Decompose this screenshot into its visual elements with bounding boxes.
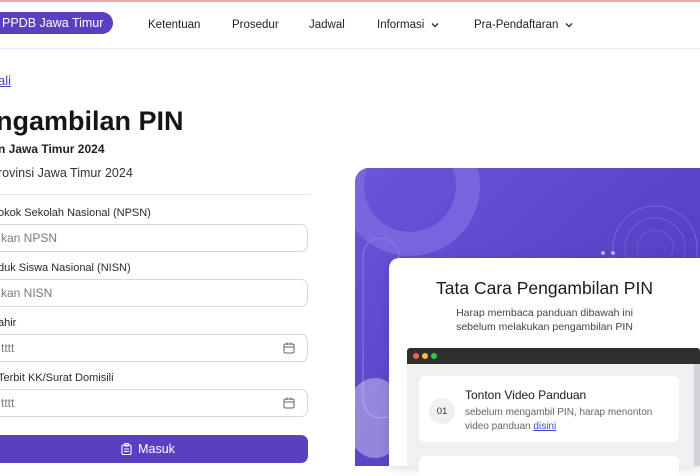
header-accent-line xyxy=(0,0,700,2)
kk-date-field xyxy=(0,389,308,417)
birthdate-label: ahir xyxy=(0,317,17,329)
nav-prosedur-label: Prosedur xyxy=(232,19,279,31)
guide-card: Tata Cara Pengambilan PIN Harap membaca … xyxy=(389,258,700,476)
submit-label: Masuk xyxy=(138,442,175,456)
nisn-input[interactable] xyxy=(0,280,271,306)
guide-title: Tata Cara Pengambilan PIN xyxy=(436,278,653,298)
step-item: 01 Tonton Video Panduan sebelum mengambi… xyxy=(419,376,679,442)
submit-button[interactable]: Masuk xyxy=(0,435,308,463)
window-dot-red xyxy=(413,353,419,359)
step-description: sebelum mengambil PIN, harap menonton vi… xyxy=(465,406,675,434)
back-link[interactable]: ali xyxy=(0,73,11,88)
npsn-field xyxy=(0,224,308,252)
site-logo[interactable]: PPDB Jawa Timur xyxy=(0,12,114,34)
chevron-down-icon xyxy=(565,23,573,28)
video-guide-link[interactable]: disini xyxy=(533,421,556,432)
page-subtitle: n Jawa Timur 2024 xyxy=(0,142,105,156)
guide-description-line2: sebelum melakukan pengambilan PIN xyxy=(456,321,633,333)
page-title: ngambilan PIN xyxy=(0,106,184,136)
steps-list: 01 Tonton Video Panduan sebelum mengambi… xyxy=(407,364,700,476)
guide-description: Harap membaca panduan dibawah ini sebelu… xyxy=(389,306,700,334)
step-title: Tonton Video Panduan xyxy=(465,388,587,402)
nisn-field xyxy=(0,279,308,307)
npsn-input[interactable] xyxy=(0,225,271,251)
nav-jadwal[interactable]: Jadwal xyxy=(309,19,377,31)
calendar-icon[interactable] xyxy=(283,397,295,409)
npsn-label: okok Sekolah Nasional (NPSN) xyxy=(0,207,151,219)
divider xyxy=(0,194,310,195)
nav-ketentuan[interactable]: Ketentuan xyxy=(148,19,232,31)
calendar-icon[interactable] xyxy=(283,342,295,354)
step-number: 01 xyxy=(429,398,455,424)
kk-date-input[interactable] xyxy=(0,390,271,416)
kk-date-label: Terbit KK/Surat Domisili xyxy=(0,372,114,384)
browser-window-bar xyxy=(407,348,700,364)
birthdate-input[interactable] xyxy=(0,335,271,361)
nav-pra-pendaftaran-label: Pra-Pendaftaran xyxy=(474,19,559,31)
nav-jadwal-label: Jadwal xyxy=(309,19,345,31)
clipboard-icon xyxy=(121,443,132,455)
step-item xyxy=(419,456,679,476)
page-description: rovinsi Jawa Timur 2024 xyxy=(0,166,133,180)
nav-informasi-label: Informasi xyxy=(377,19,425,31)
nav-informasi[interactable]: Informasi xyxy=(377,19,474,31)
window-dot-yellow xyxy=(422,353,428,359)
nav-ketentuan-label: Ketentuan xyxy=(148,19,201,31)
chevron-down-icon xyxy=(431,23,439,28)
top-navbar: PPDB Jawa Timur Ketentuan Prosedur Jadwa… xyxy=(0,0,700,49)
step-description-text: sebelum mengambil PIN, harap menonton vi… xyxy=(465,407,653,432)
guide-description-line1: Harap membaca panduan dibawah ini xyxy=(456,307,633,319)
birthdate-field xyxy=(0,334,308,362)
main-nav: Ketentuan Prosedur Jadwal Informasi Pra-… xyxy=(148,16,574,34)
nav-pra-pendaftaran[interactable]: Pra-Pendaftaran xyxy=(474,19,574,31)
nisn-label: duk Siswa Nasional (NISN) xyxy=(0,262,131,274)
window-dot-green xyxy=(431,353,437,359)
nav-prosedur[interactable]: Prosedur xyxy=(232,19,309,31)
scrollbar[interactable] xyxy=(694,364,700,466)
